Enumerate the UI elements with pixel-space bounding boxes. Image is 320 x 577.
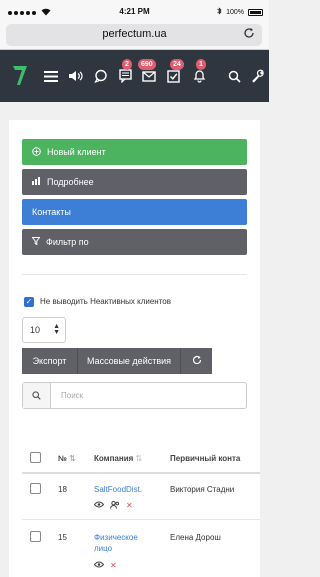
details-button[interactable]: Подробнее	[22, 169, 247, 195]
header-company[interactable]: Компания ⇅	[94, 454, 142, 463]
clients-panel: Новый клиент Подробнее Контакты Фильтр п…	[9, 120, 260, 577]
reload-icon[interactable]	[243, 27, 255, 42]
bluetooth-icon	[217, 7, 222, 17]
row-actions: ✕	[93, 561, 123, 570]
search-icon[interactable]	[225, 67, 243, 85]
app-navbar: 2 690 24 1	[0, 50, 269, 102]
divider	[22, 274, 247, 275]
contacts-label: Контакты	[32, 207, 71, 217]
select-all-checkbox[interactable]	[30, 452, 41, 463]
table-toolbar: Экспорт Массовые действия	[22, 348, 212, 374]
new-client-label: Новый клиент	[47, 147, 106, 157]
mail-icon[interactable]: 690	[138, 59, 158, 85]
company-link[interactable]: Физическое	[94, 533, 138, 542]
page-size-select[interactable]: 10 ▲ ▼	[22, 317, 66, 343]
header-number[interactable]: № ⇅	[58, 454, 76, 463]
battery-icon	[248, 8, 263, 16]
row-actions: ✕	[93, 501, 139, 511]
refresh-button[interactable]	[181, 348, 212, 374]
notifications-badge: 1	[196, 59, 206, 70]
delete-icon[interactable]: ✕	[126, 501, 133, 511]
new-client-button[interactable]: Новый клиент	[22, 139, 247, 165]
filter-button[interactable]: Фильтр по	[22, 229, 247, 255]
messages-badge: 2	[122, 59, 132, 70]
eye-icon[interactable]	[93, 561, 105, 570]
mail-badge: 690	[138, 59, 156, 70]
company-link[interactable]: SaltFoodDist.	[94, 485, 142, 494]
page-size-value: 10	[30, 325, 41, 335]
bell-icon[interactable]: 1	[190, 59, 208, 85]
bar-chart-icon	[32, 177, 41, 187]
primary-contact: Виктория Стадни	[170, 485, 235, 494]
refresh-icon	[192, 355, 202, 367]
header-primary-contact[interactable]: Первичный конта	[170, 454, 240, 463]
battery-percent: 100%	[226, 8, 244, 16]
tasks-badge: 24	[170, 59, 184, 70]
table-row: 15 Физическое лицо Елена Дорош ✕	[22, 520, 260, 577]
tasks-icon[interactable]: 24	[164, 59, 184, 85]
filter-icon	[31, 237, 41, 247]
row-checkbox[interactable]	[30, 483, 41, 494]
chat-bubble-icon[interactable]	[92, 67, 110, 85]
hide-inactive-label: Не выводить Неактивных клиентов	[40, 297, 171, 306]
ios-status-bar: 4:21 PM 100%	[0, 0, 269, 24]
company-link-line2[interactable]: лицо	[94, 544, 112, 553]
row-checkbox[interactable]	[30, 531, 41, 542]
perfectum-logo[interactable]	[12, 64, 28, 91]
table-header: № ⇅ Компания ⇅ Первичный конта	[22, 442, 260, 474]
plus-circle-icon	[32, 146, 41, 158]
search-icon[interactable]	[23, 383, 51, 408]
delete-icon[interactable]: ✕	[110, 561, 117, 570]
eye-icon[interactable]	[93, 501, 105, 511]
table-row: 18 SaltFoodDist. Виктория Стадни ✕	[22, 474, 260, 520]
search-input[interactable]: Поиск	[61, 391, 83, 400]
bulk-actions-button[interactable]: Массовые действия	[78, 348, 181, 374]
hamburger-menu-icon[interactable]	[42, 67, 60, 85]
row-number: 18	[58, 485, 67, 494]
hide-inactive-checkbox[interactable]: ✓	[24, 297, 34, 307]
filter-label: Фильтр по	[46, 237, 89, 247]
wrench-icon[interactable]	[249, 67, 267, 85]
primary-contact: Елена Дорош	[170, 533, 221, 542]
browser-address-bar: perfectum.ua	[0, 24, 269, 50]
sort-caret-icon: ▲ ▼	[53, 323, 60, 336]
export-button[interactable]: Экспорт	[22, 348, 78, 374]
search-box: Поиск	[22, 382, 247, 409]
details-label: Подробнее	[47, 177, 94, 187]
messages-icon[interactable]: 2	[116, 59, 134, 85]
contacts-button[interactable]: Контакты	[22, 199, 247, 225]
url-text[interactable]: perfectum.ua	[0, 28, 269, 40]
users-icon[interactable]	[110, 501, 120, 511]
row-number: 15	[58, 533, 67, 542]
speaker-icon[interactable]	[66, 67, 84, 85]
